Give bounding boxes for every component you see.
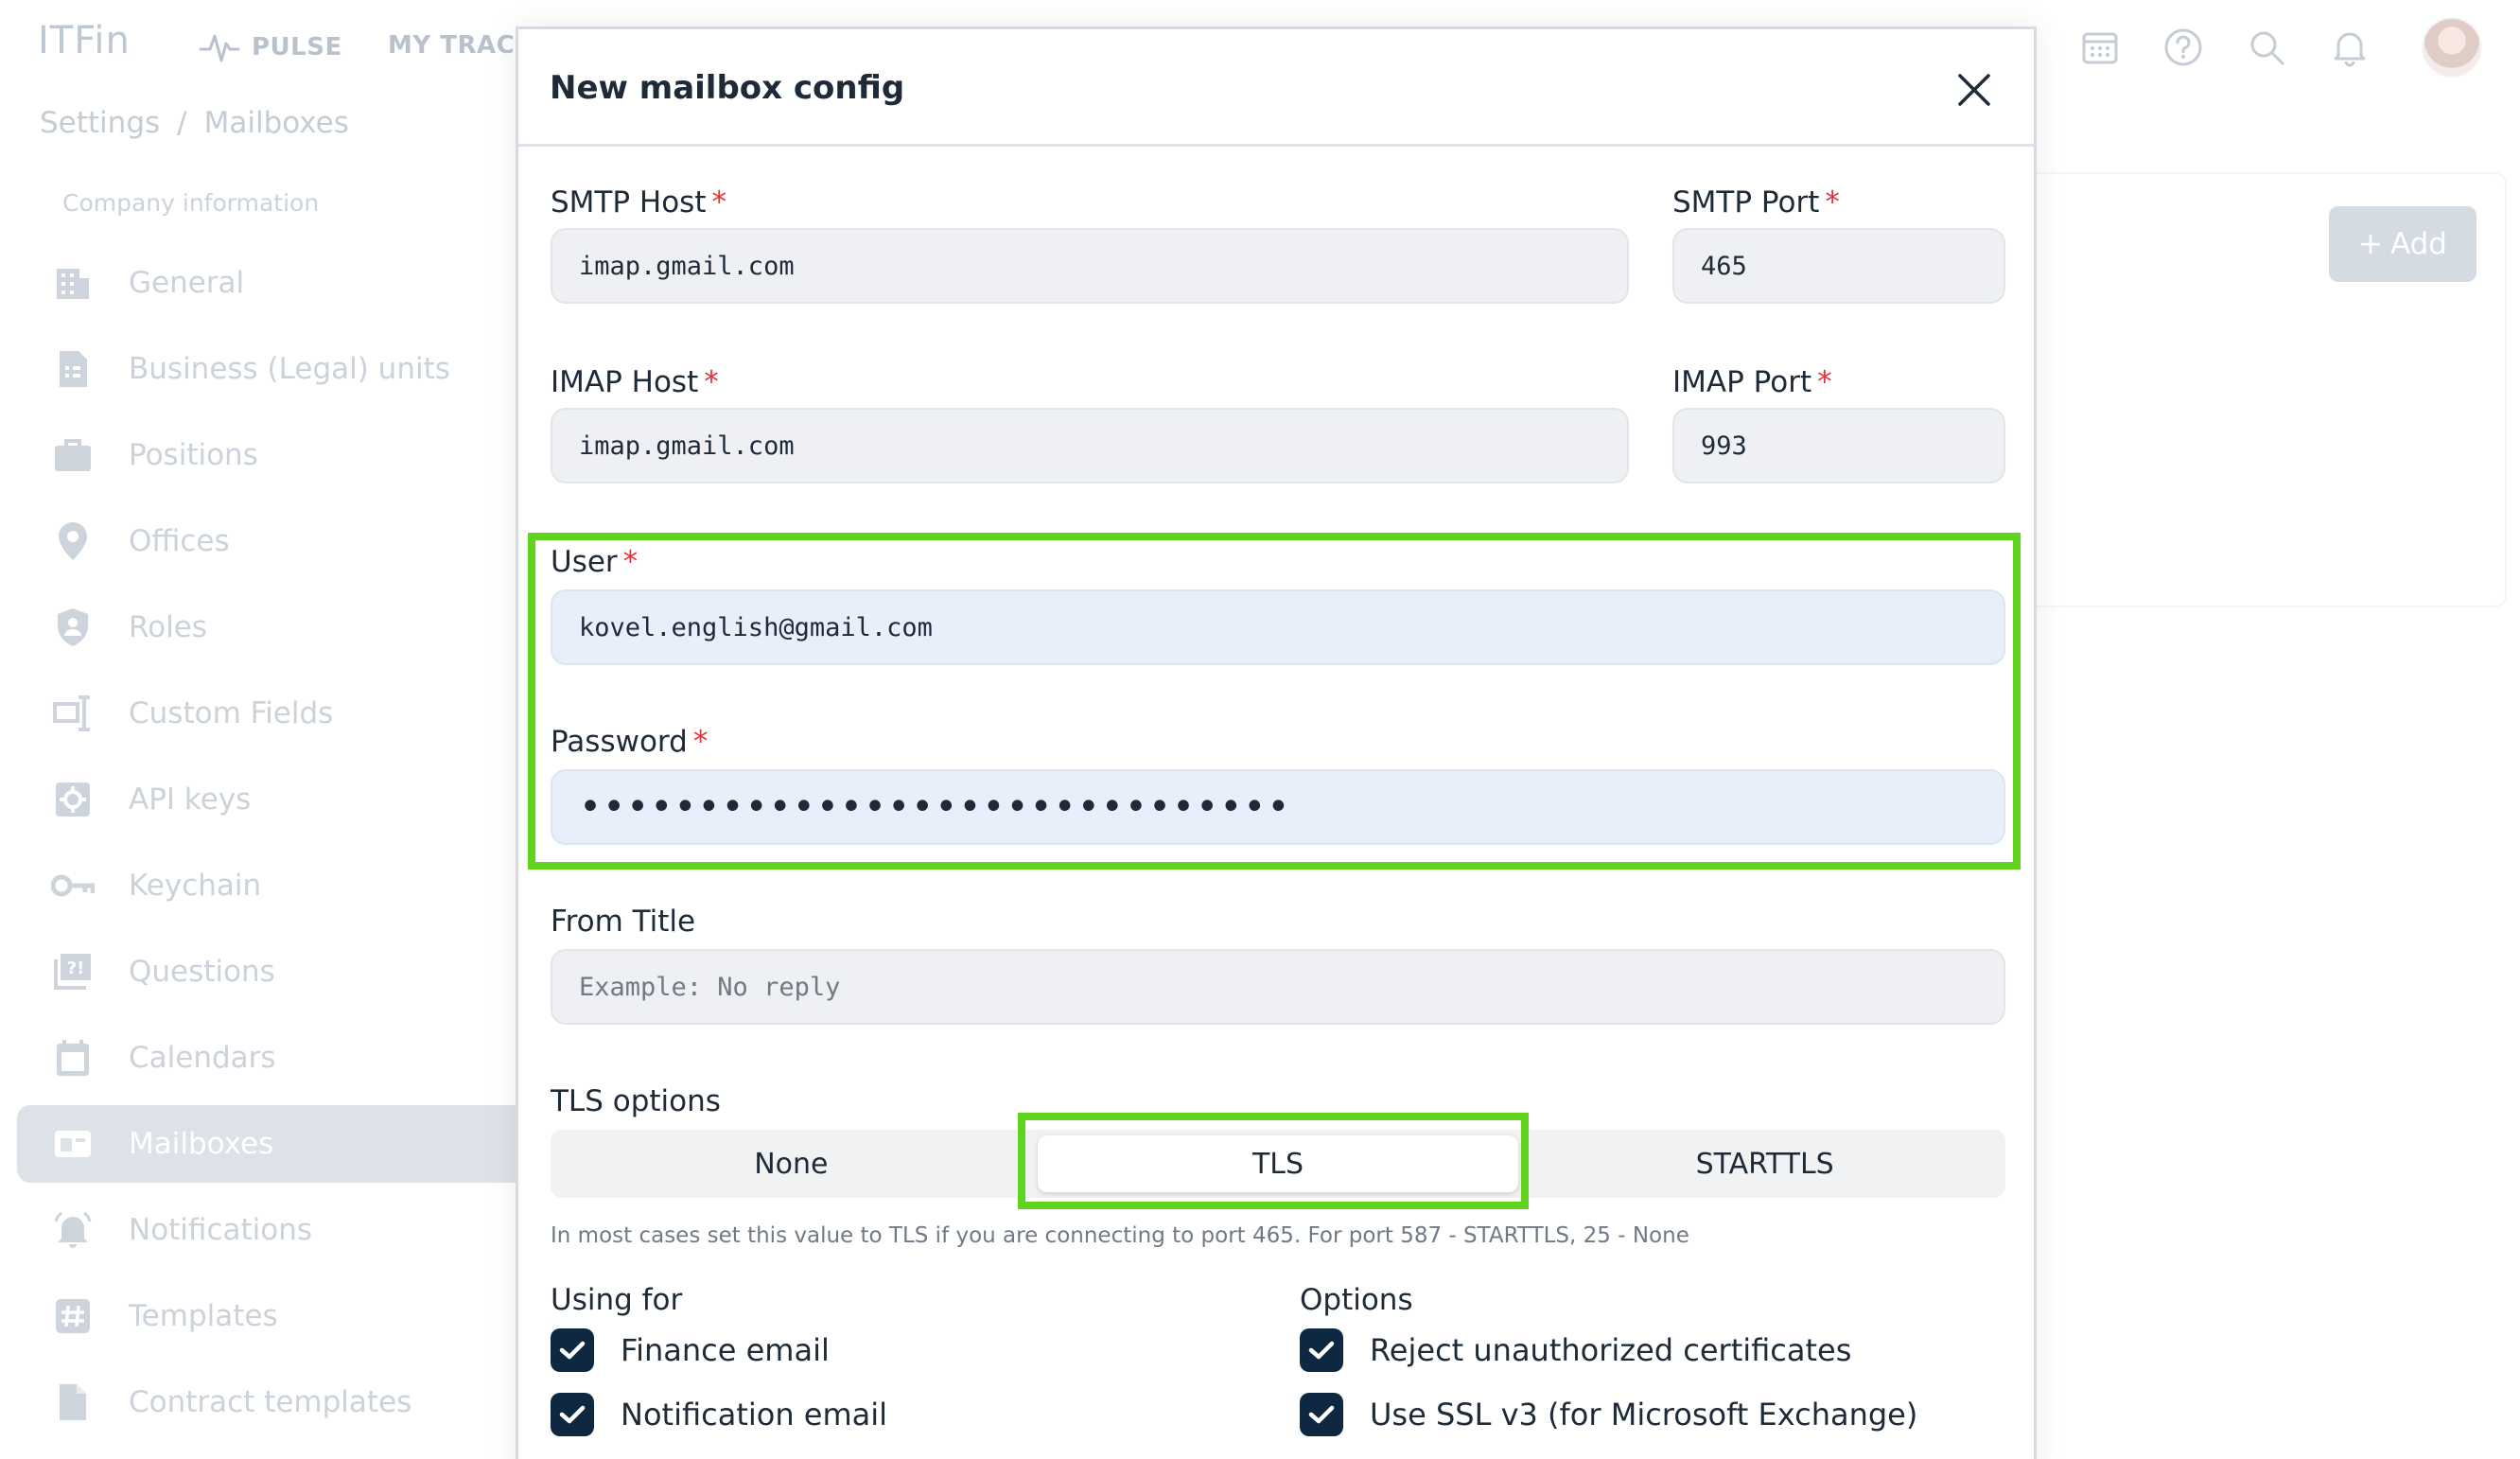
use-sslv3-label: Use SSL v3 (for Microsoft Exchange) <box>1370 1397 1918 1433</box>
password-label: Password * <box>551 725 708 759</box>
checkmark-icon <box>1308 1405 1335 1424</box>
notification-email-checkbox[interactable] <box>551 1393 594 1436</box>
tls-highlight-box <box>1018 1113 1529 1209</box>
required-mark: * <box>1825 185 1840 220</box>
smtp-host-label: SMTP Host * <box>551 185 726 220</box>
notification-email-checkbox-row[interactable]: Notification email <box>551 1393 887 1436</box>
modal-title: New mailbox config <box>550 69 905 107</box>
user-label-text: User <box>551 545 618 579</box>
smtp-port-label: SMTP Port * <box>1672 185 1840 220</box>
imap-host-input[interactable] <box>551 408 1629 483</box>
password-label-text: Password <box>551 725 688 759</box>
required-mark: * <box>711 185 727 220</box>
from-title-input[interactable] <box>551 949 2005 1025</box>
use-sslv3-checkbox[interactable] <box>1300 1393 1343 1436</box>
imap-host-label-text: IMAP Host <box>551 365 699 399</box>
from-title-label: From Title <box>551 905 696 939</box>
tls-option-none[interactable]: None <box>551 1130 1032 1198</box>
checkmark-icon <box>559 1405 586 1424</box>
reject-unauthorized-label: Reject unauthorized certificates <box>1370 1332 1852 1368</box>
password-input[interactable] <box>551 769 2005 845</box>
imap-host-label: IMAP Host * <box>551 365 719 399</box>
checkmark-icon <box>559 1341 586 1360</box>
using-for-title: Using for <box>551 1283 683 1317</box>
required-mark: * <box>622 545 639 579</box>
tls-options-label: TLS options <box>551 1084 721 1118</box>
finance-email-label: Finance email <box>621 1332 830 1368</box>
modal-header: New mailbox config <box>518 29 2034 147</box>
required-mark: * <box>1817 365 1832 399</box>
required-mark: * <box>692 725 709 759</box>
close-icon[interactable] <box>1951 67 1997 113</box>
notification-email-label: Notification email <box>621 1397 888 1433</box>
reject-unauthorized-checkbox-row[interactable]: Reject unauthorized certificates <box>1300 1328 1851 1372</box>
finance-email-checkbox[interactable] <box>551 1328 594 1372</box>
finance-email-checkbox-row[interactable]: Finance email <box>551 1328 830 1372</box>
tls-option-starttls[interactable]: STARTTLS <box>1524 1130 2005 1198</box>
options-title: Options <box>1300 1283 1413 1317</box>
user-label: User * <box>551 545 638 579</box>
imap-port-label: IMAP Port * <box>1672 365 1832 399</box>
required-mark: * <box>704 365 719 399</box>
new-mailbox-modal: New mailbox config SMTP Host* SMTP Port*… <box>516 26 2037 1459</box>
smtp-host-input[interactable] <box>551 228 1629 304</box>
use-sslv3-checkbox-row[interactable]: Use SSL v3 (for Microsoft Exchange) <box>1300 1393 1917 1436</box>
reject-unauthorized-checkbox[interactable] <box>1300 1328 1343 1372</box>
smtp-host-label-text: SMTP Host <box>551 185 707 220</box>
imap-port-input[interactable] <box>1672 408 2005 483</box>
smtp-port-label-text: SMTP Port <box>1672 185 1820 220</box>
tls-hint: In most cases set this value to TLS if y… <box>551 1223 1689 1248</box>
checkmark-icon <box>1308 1341 1335 1360</box>
imap-port-label-text: IMAP Port <box>1672 365 1812 399</box>
user-input[interactable] <box>551 589 2005 665</box>
smtp-port-input[interactable] <box>1672 228 2005 304</box>
